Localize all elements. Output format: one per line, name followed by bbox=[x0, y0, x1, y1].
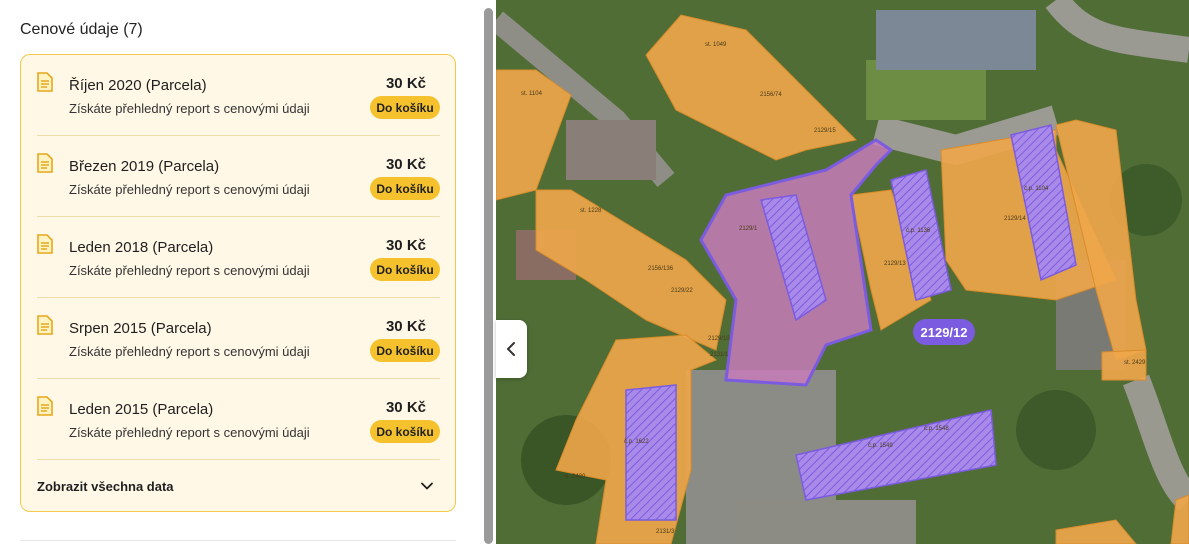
list-item: Říjen 2020 (Parcela) Získáte přehledný r… bbox=[37, 55, 440, 136]
map-label: st. 2429 bbox=[1124, 360, 1146, 366]
map-label: 2129/1 bbox=[739, 226, 758, 232]
map-label: č.p. 1548 bbox=[924, 426, 949, 432]
map-label: č.p. 1104 bbox=[1024, 186, 1049, 192]
item-title: Leden 2015 (Parcela) bbox=[69, 401, 214, 418]
map-label: č.p. 1622 bbox=[624, 439, 649, 445]
map-label: č.p. 1136 bbox=[906, 228, 931, 234]
map-label: st. 1104 bbox=[521, 91, 543, 97]
item-price: 30 Kč bbox=[385, 75, 426, 92]
add-to-cart-button[interactable]: Do košíku bbox=[370, 96, 440, 119]
document-icon bbox=[37, 153, 53, 173]
item-subtitle: Získáte přehledný report s cenovými údaj… bbox=[69, 263, 310, 278]
add-to-cart-button[interactable]: Do košíku bbox=[370, 339, 440, 362]
map-label: 2129/10 bbox=[708, 336, 730, 342]
item-title: Srpen 2015 (Parcela) bbox=[69, 320, 212, 337]
item-price: 30 Kč bbox=[385, 399, 426, 416]
divider bbox=[20, 540, 456, 541]
map-label: č.p. 1549 bbox=[868, 443, 893, 449]
list-item: Březen 2019 (Parcela) Získáte přehledný … bbox=[37, 136, 440, 217]
item-subtitle: Získáte přehledný report s cenovými údaj… bbox=[69, 425, 310, 440]
map-label: 2156/136 bbox=[648, 266, 674, 272]
selected-parcel-badge[interactable]: 2129/12 bbox=[913, 319, 975, 345]
add-to-cart-button[interactable]: Do košíku bbox=[370, 177, 440, 200]
document-icon bbox=[37, 315, 53, 335]
document-icon bbox=[37, 396, 53, 416]
list-item: Srpen 2015 (Parcela) Získáte přehledný r… bbox=[37, 298, 440, 379]
map-label: 2156/74 bbox=[760, 92, 782, 98]
price-list-card: Říjen 2020 (Parcela) Získáte přehledný r… bbox=[20, 54, 456, 512]
document-icon bbox=[37, 234, 53, 254]
map-canvas: st. 1049 2156/74 2129/15 st. 1104 st. 12… bbox=[496, 0, 1189, 544]
item-title: Březen 2019 (Parcela) bbox=[69, 158, 220, 175]
show-all-data-toggle[interactable]: Zobrazit všechna data bbox=[37, 473, 440, 501]
item-price: 30 Kč bbox=[385, 237, 426, 254]
map-label: st. 1049 bbox=[705, 42, 727, 48]
item-subtitle: Získáte přehledný report s cenovými údaj… bbox=[69, 101, 310, 116]
item-title: Říjen 2020 (Parcela) bbox=[69, 77, 207, 94]
map-label: 2129/14 bbox=[1004, 216, 1026, 222]
map-label: 2131/3 bbox=[656, 529, 675, 535]
document-icon bbox=[37, 72, 53, 92]
item-title: Leden 2018 (Parcela) bbox=[69, 239, 214, 256]
panel-scrollbar[interactable] bbox=[484, 8, 493, 544]
divider bbox=[37, 459, 440, 460]
chevron-left-icon bbox=[507, 342, 515, 356]
map-label: 2129/15 bbox=[814, 128, 836, 134]
map-label: st. 1228 bbox=[580, 208, 602, 214]
list-item: Leden 2018 (Parcela) Získáte přehledný r… bbox=[37, 217, 440, 298]
map-label: 2129/22 bbox=[671, 288, 693, 294]
show-all-label: Zobrazit všechna data bbox=[37, 479, 174, 494]
side-panel: Cenové údaje (7) Říjen 2020 (Parcela) Zí… bbox=[0, 0, 482, 544]
item-subtitle: Získáte přehledný report s cenovými údaj… bbox=[69, 344, 310, 359]
list-item: Leden 2015 (Parcela) Získáte přehledný r… bbox=[37, 379, 440, 460]
add-to-cart-button[interactable]: Do košíku bbox=[370, 420, 440, 443]
item-subtitle: Získáte přehledný report s cenovými údaj… bbox=[69, 182, 310, 197]
add-to-cart-button[interactable]: Do košíku bbox=[370, 258, 440, 281]
item-price: 30 Kč bbox=[385, 156, 426, 173]
collapse-panel-button[interactable] bbox=[496, 320, 527, 378]
map-label: st. 2420 bbox=[564, 474, 586, 480]
cadastral-map[interactable]: st. 1049 2156/74 2129/15 st. 1104 st. 12… bbox=[496, 0, 1189, 544]
item-price: 30 Kč bbox=[385, 318, 426, 335]
map-label: 2129/13 bbox=[884, 261, 906, 267]
chevron-down-icon bbox=[421, 482, 433, 490]
section-title: Cenové údaje (7) bbox=[20, 21, 143, 38]
map-label: 2131/1 bbox=[710, 352, 729, 358]
